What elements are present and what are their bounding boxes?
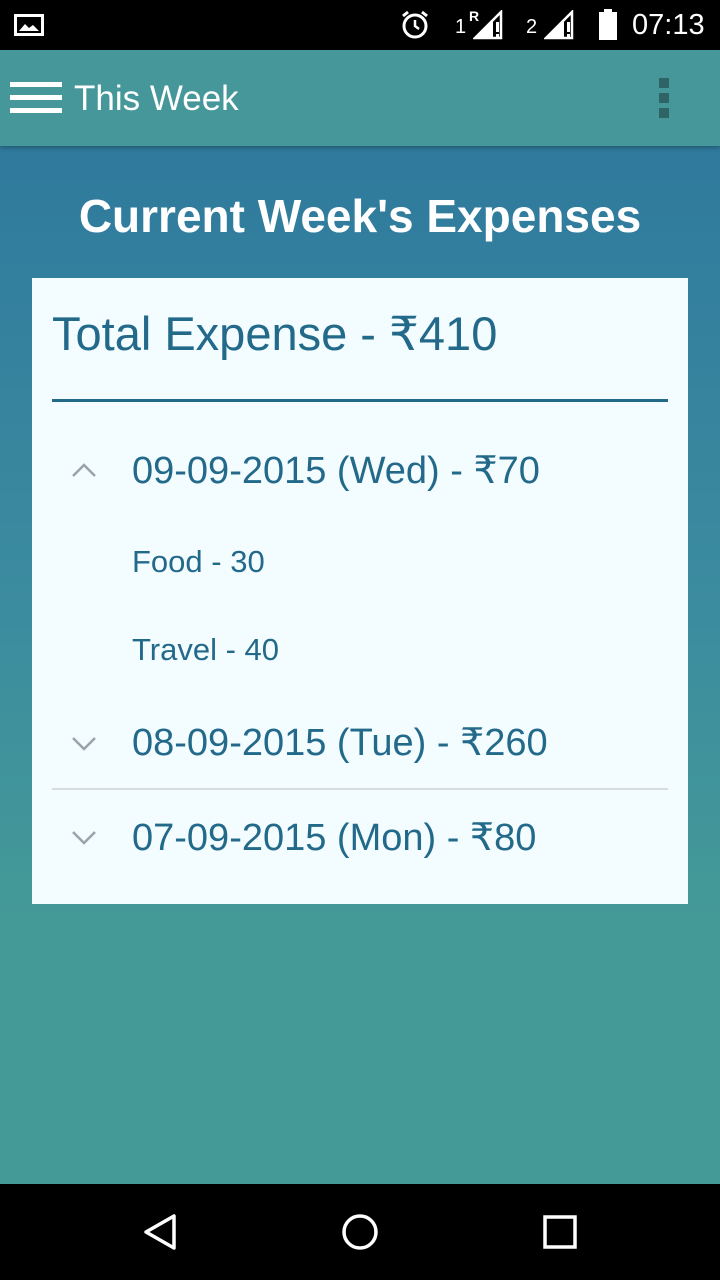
total-divider <box>52 399 668 402</box>
app-title: This Week <box>74 79 239 118</box>
sim2-label: 2 <box>526 16 538 38</box>
sim2-signal: 2 <box>524 8 576 42</box>
day-label[interactable]: 08-09-2015 (Tue) - ₹260 <box>132 720 548 766</box>
alarm-icon <box>402 10 428 39</box>
signal-icon <box>544 10 574 40</box>
navigation-bar <box>0 1184 720 1280</box>
signal-icon <box>473 10 503 40</box>
app-bar: This Week <box>0 50 720 146</box>
expense-item[interactable]: Food - 30 <box>132 543 265 581</box>
gallery-icon <box>14 14 44 36</box>
row-divider <box>52 788 668 790</box>
page-heading: Current Week's Expenses <box>78 190 642 242</box>
recents-icon[interactable] <box>540 1212 580 1252</box>
hamburger-menu-icon[interactable] <box>8 78 64 118</box>
chevron-up-icon[interactable] <box>70 460 98 480</box>
home-icon[interactable] <box>340 1212 380 1252</box>
day-label[interactable]: 07-09-2015 (Mon) - ₹80 <box>132 815 536 861</box>
day-label[interactable]: 09-09-2015 (Wed) - ₹70 <box>132 448 540 494</box>
chevron-down-icon[interactable] <box>70 734 98 754</box>
sim1-signal: 1 R <box>453 8 505 42</box>
main-content: Current Week's Expenses Total Expense - … <box>0 146 720 1184</box>
chevron-down-icon[interactable] <box>70 828 98 848</box>
expense-card: Total Expense - ₹410 09-09-2015 (Wed) - … <box>32 278 688 904</box>
back-icon[interactable] <box>140 1212 180 1252</box>
battery-icon <box>599 9 617 40</box>
screen: 1 R 2 07:13 This Week Current Week's Exp… <box>0 0 720 1280</box>
expense-item[interactable]: Travel - 40 <box>132 631 279 669</box>
total-expense: Total Expense - ₹410 <box>52 307 498 360</box>
more-vert-icon[interactable] <box>648 74 680 122</box>
status-time: 07:13 <box>632 9 705 41</box>
status-bar: 1 R 2 07:13 <box>0 0 720 50</box>
sim1-label: 1 <box>455 16 467 38</box>
